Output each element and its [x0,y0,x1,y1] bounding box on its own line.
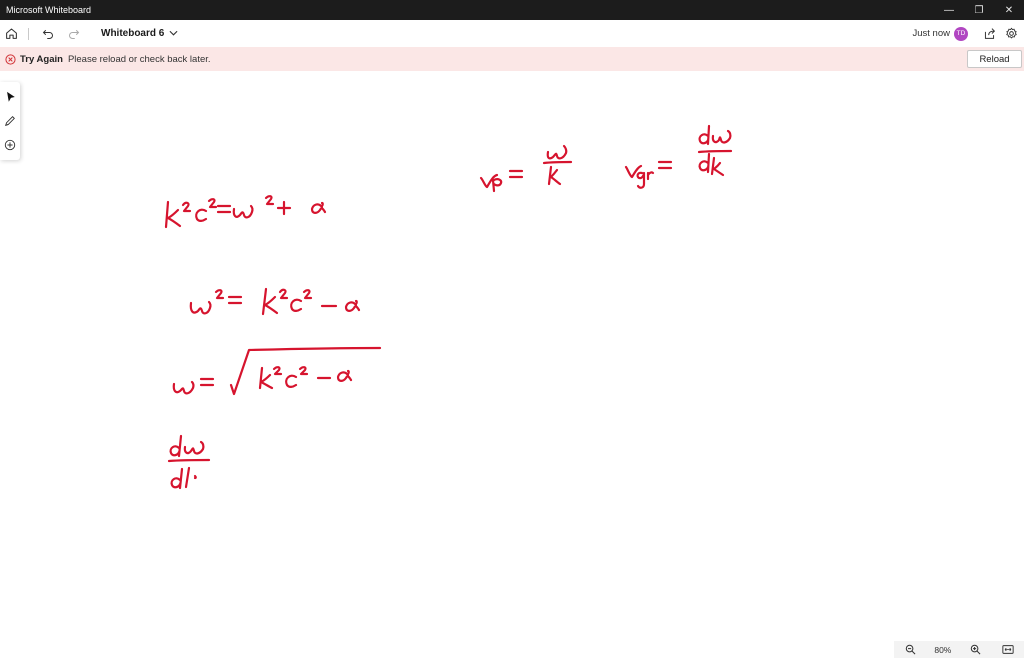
board-name: Whiteboard 6 [101,28,165,39]
minimize-button[interactable]: — [934,0,964,20]
error-banner: Try Again Please reload or check back la… [0,47,1024,71]
zoom-bar: 80% [894,641,1024,658]
redo-icon[interactable] [63,23,85,45]
ink-derivative [167,434,211,490]
title-bar: Microsoft Whiteboard — ❐ ✕ [0,0,1024,20]
ink-layer [164,124,733,490]
settings-icon[interactable] [1000,23,1022,45]
top-toolbar: Whiteboard 6 Just now TD [0,20,1024,47]
zoom-level: 80% [934,644,952,655]
reload-button[interactable]: Reload [967,50,1022,68]
close-button[interactable]: ✕ [994,0,1024,20]
toolbar-divider [28,27,29,40]
zoom-out-icon[interactable] [902,642,918,658]
avatar[interactable]: TD [954,26,968,41]
right-toolbar: Just now TD [913,20,1024,47]
undo-icon[interactable] [37,23,59,45]
error-message: Please reload or check back later. [67,53,211,65]
chevron-down-icon [169,28,178,39]
whiteboard-canvas[interactable] [0,71,1024,641]
board-name-menu[interactable]: Whiteboard 6 [101,28,178,39]
home-icon[interactable] [0,23,22,45]
ink-phase-velocity [479,144,573,193]
ink-equation-3 [172,346,382,396]
save-status: Just now [912,28,951,39]
ink-group-velocity [624,124,733,189]
error-title: Try Again [20,53,63,65]
error-icon [4,53,16,65]
ink-equation-1 [164,195,327,229]
fit-to-screen-icon[interactable] [1000,642,1016,658]
share-icon[interactable] [978,23,1000,45]
zoom-in-icon[interactable] [968,642,984,658]
restore-button[interactable]: ❐ [964,0,994,20]
app-title: Microsoft Whiteboard [6,5,92,15]
ink-equation-2 [189,287,361,316]
